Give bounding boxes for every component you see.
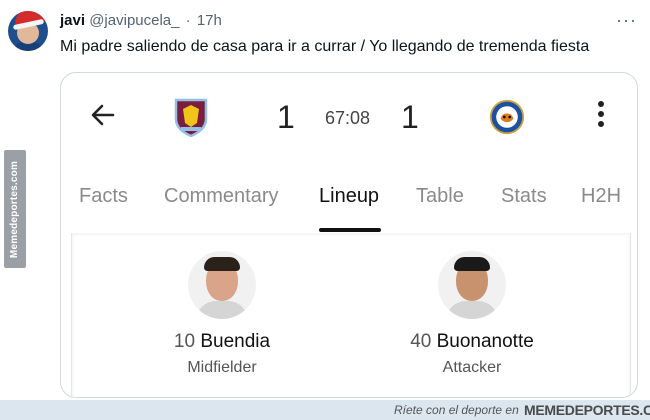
header-separator: ·: [185, 12, 191, 29]
author-avatar[interactable]: [8, 11, 48, 51]
tweet-header: javi @javipucela_ · 17h: [60, 12, 222, 29]
tab-bar: Facts Commentary Lineup Table Stats H2H: [61, 173, 637, 233]
player-name: Buonanotte: [436, 331, 534, 352]
bottom-watermark-bar: Ríete con el deporte en MEMEDEPORTES.COM: [0, 400, 650, 420]
embedded-app-screenshot[interactable]: 1 67:08 1 Facts Commentary Lineup Table …: [60, 72, 638, 398]
player-card[interactable]: 10 Buendia Midfielder: [132, 251, 312, 377]
match-clock: 67:08: [325, 108, 371, 128]
watermark-tagline: Ríete con el deporte en: [394, 403, 519, 417]
tab-lineup[interactable]: Lineup: [319, 185, 379, 208]
tab-stats[interactable]: Stats: [501, 185, 547, 208]
author-name[interactable]: javi: [60, 12, 85, 29]
player-number: 10: [173, 331, 196, 352]
lineup-panel: 10 Buendia Midfielder 40 Buonanotte Atta…: [71, 233, 631, 397]
player-position: Midfielder: [187, 359, 257, 376]
author-handle[interactable]: @javipucela_: [89, 12, 179, 29]
side-watermark: Memedeportes.com: [4, 150, 26, 268]
active-tab-indicator: [319, 228, 381, 232]
screenshot: javi @javipucela_ · 17h ··· Mi padre sal…: [0, 0, 650, 420]
player-position: Attacker: [442, 359, 502, 376]
tweet-time[interactable]: 17h: [197, 12, 222, 29]
tab-commentary[interactable]: Commentary: [164, 185, 278, 208]
player-photo: [438, 251, 506, 319]
player-name-line: 40 Buonanotte: [382, 331, 562, 353]
home-team-crest-icon[interactable]: [173, 97, 209, 137]
player-number: 40: [410, 331, 432, 352]
back-arrow-icon[interactable]: [89, 101, 117, 129]
away-score: 1: [401, 99, 419, 135]
kebab-menu-icon[interactable]: [597, 101, 605, 129]
tab-table[interactable]: Table: [416, 185, 464, 208]
watermark-brand: MEMEDEPORTES.COM: [524, 402, 650, 418]
more-options-icon[interactable]: ···: [616, 11, 637, 29]
away-team-crest-icon[interactable]: [489, 97, 525, 137]
player-name: Buendia: [200, 331, 271, 352]
tab-facts[interactable]: Facts: [79, 185, 128, 208]
player-name-line: 10 Buendia: [132, 331, 312, 353]
home-score: 1: [277, 99, 295, 135]
tab-h2h[interactable]: H2H: [581, 185, 621, 208]
player-photo: [188, 251, 256, 319]
side-watermark-text: Memedeportes.com: [9, 160, 21, 258]
player-card[interactable]: 40 Buonanotte Attacker: [382, 251, 562, 377]
tweet-text: Mi padre saliendo de casa para ir a curr…: [60, 38, 590, 55]
match-header: 1 67:08 1: [61, 73, 637, 163]
